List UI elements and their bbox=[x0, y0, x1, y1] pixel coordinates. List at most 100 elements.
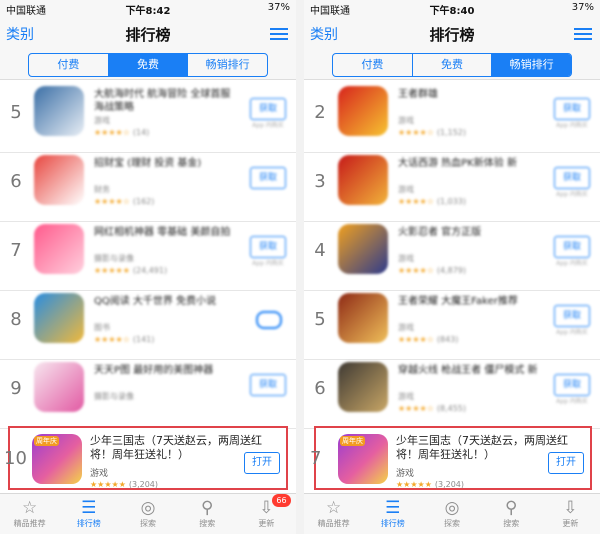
get-button[interactable]: 获取 bbox=[250, 167, 286, 189]
app-icon[interactable] bbox=[34, 86, 84, 136]
get-button[interactable]: 获取 bbox=[250, 98, 286, 120]
anniversary-tag: 周年庆 bbox=[34, 436, 59, 446]
app-icon[interactable] bbox=[34, 362, 84, 412]
list-menu-icon[interactable] bbox=[270, 28, 288, 40]
clock-label: 下午8:42 bbox=[125, 6, 171, 17]
app-icon[interactable] bbox=[34, 155, 84, 205]
highlighted-app-row[interactable]: 7 周年庆 少年三国志（7天送赵云，两周送红将！周年狂送礼！） 游戏 ★★★★★ (3,2… bbox=[310, 426, 592, 490]
get-button[interactable]: 获取 bbox=[554, 98, 590, 120]
app-name[interactable]: 天天P图 最好用的美图神器 bbox=[94, 364, 240, 390]
rating-count: (162) bbox=[132, 197, 155, 206]
tab-label: 更新 bbox=[258, 519, 275, 528]
app-icon[interactable] bbox=[34, 224, 84, 274]
rating-value: ★★★★☆ bbox=[94, 197, 130, 206]
segment-option[interactable]: 付费 bbox=[333, 54, 413, 76]
get-button[interactable]: 获取 bbox=[554, 305, 590, 327]
list-item[interactable]: 6 招财宝 (理财 投资 基金) 财务 ★★★★☆ (162) 获取 bbox=[0, 149, 296, 222]
app-name[interactable]: 大航海时代 航海冒险 全球首服海战策略 bbox=[94, 88, 240, 114]
list-item[interactable]: 2 王者群雄 游戏 ★★★★☆ (1,152) 获取 App 内购买 bbox=[304, 80, 600, 153]
app-category: 游戏 bbox=[396, 469, 415, 479]
list-menu-icon[interactable] bbox=[574, 28, 592, 40]
app-name[interactable]: 王者荣耀 大魔王Faker推荐 bbox=[398, 295, 544, 321]
app-icon[interactable]: 周年庆 bbox=[32, 434, 82, 484]
segmented-control: 付费 免费 畅销排行 bbox=[332, 53, 572, 77]
app-name[interactable]: QQ阅读 大千世界 免费小说 bbox=[94, 295, 240, 321]
list-item[interactable]: 8 QQ阅读 大千世界 免费小说 图书 ★★★★☆ (141) bbox=[0, 287, 296, 360]
anniversary-tag: 周年庆 bbox=[340, 436, 365, 446]
open-button[interactable]: 打开 bbox=[548, 452, 584, 474]
rating-value: ★★★★★ bbox=[90, 480, 126, 489]
segment-option[interactable]: 畅销排行 bbox=[188, 54, 267, 76]
app-name[interactable]: 少年三国志（7天送赵云，两周送红将！周年狂送礼！） bbox=[90, 434, 270, 462]
app-icon[interactable] bbox=[338, 155, 388, 205]
segment-control-bar: 付费 免费 畅销排行 bbox=[304, 51, 600, 80]
app-icon[interactable] bbox=[34, 293, 84, 343]
tab-star[interactable]: ☆ 精品推荐 bbox=[304, 494, 363, 534]
app-name[interactable]: 王者群雄 bbox=[398, 88, 544, 114]
cloud-download-icon[interactable] bbox=[256, 311, 282, 329]
tab-label: 探索 bbox=[140, 519, 156, 528]
app-category: 游戏 bbox=[398, 116, 414, 125]
compass-icon: ◎ bbox=[140, 498, 156, 518]
search-icon: ⚲ bbox=[200, 498, 214, 518]
app-name[interactable]: 火影忍者 官方正版 bbox=[398, 226, 544, 252]
in-app-purchase-label: App 内购买 bbox=[556, 398, 588, 405]
tab-update[interactable]: ⇩ 更新 66 bbox=[237, 494, 296, 534]
rating-stars: ★★★★☆ (4,879) bbox=[398, 266, 466, 275]
tab-label: 搜索 bbox=[199, 519, 216, 528]
app-name[interactable]: 招财宝 (理财 投资 基金) bbox=[94, 157, 240, 183]
tab-search[interactable]: ⚲ 搜索 bbox=[482, 494, 541, 534]
tab-compass[interactable]: ◎ 探索 bbox=[118, 494, 177, 534]
list-item[interactable]: 5 王者荣耀 大魔王Faker推荐 游戏 ★★★★☆ (843) 获取 App 内购买 bbox=[304, 287, 600, 360]
app-icon[interactable] bbox=[338, 224, 388, 274]
get-button[interactable]: 获取 bbox=[250, 374, 286, 396]
app-name[interactable]: 网红相机神器 零基础 美颜自拍 bbox=[94, 226, 240, 252]
segment-option[interactable]: 免费 bbox=[413, 54, 493, 76]
tab-compass[interactable]: ◎ 探索 bbox=[422, 494, 481, 534]
app-icon[interactable]: 周年庆 bbox=[338, 434, 388, 484]
app-icon[interactable] bbox=[338, 86, 388, 136]
list-item[interactable]: 5 大航海时代 航海冒险 全球首服海战策略 游戏 ★★★★☆ (14) 获取 App 内购买 bbox=[0, 80, 296, 153]
list-item[interactable]: 9 天天P图 最好用的美图神器 摄影与录像 获取 bbox=[0, 356, 296, 429]
get-button[interactable]: 获取 bbox=[554, 167, 590, 189]
app-icon[interactable] bbox=[338, 293, 388, 343]
list-item[interactable]: 6 穿越火线 枪战王者 僵尸模式 新游戏 ★★★★☆ (8,455) 获取 App 内购买 bbox=[304, 356, 600, 429]
navigation-bar: 类别 排行榜 bbox=[0, 17, 296, 51]
app-category: 游戏 bbox=[398, 254, 414, 263]
app-category: 游戏 bbox=[398, 392, 414, 401]
app-icon[interactable] bbox=[338, 362, 388, 412]
update-icon: ⇩ bbox=[563, 498, 578, 518]
list-item[interactable]: 7 网红相机神器 零基础 美颜自拍 摄影与录像 ★★★★★ (24,491) 获取 App … bbox=[0, 218, 296, 291]
tab-label: 探索 bbox=[444, 519, 460, 528]
segment-option[interactable]: 免费 bbox=[108, 54, 189, 76]
tab-search[interactable]: ⚲ 搜索 bbox=[178, 494, 237, 534]
rating-value: ★★★★☆ bbox=[94, 335, 130, 344]
tab-bar: ☆ 精品推荐 ☰ 排行榜 ◎ 探索 ⚲ 搜索 ⇩ 更新 bbox=[304, 493, 600, 534]
rating-value: ★★★★☆ bbox=[94, 128, 130, 137]
in-app-purchase-label: App 内购买 bbox=[556, 329, 588, 336]
tab-star[interactable]: ☆ 精品推荐 bbox=[0, 494, 59, 534]
list-item[interactable]: 3 大话西游 热血PK新体验 新游戏 ★★★★☆ (1,033) 获取 App 内购买 bbox=[304, 149, 600, 222]
tab-list[interactable]: ☰ 排行榜 bbox=[59, 494, 118, 534]
highlighted-app-row[interactable]: 10 周年庆 少年三国志（7天送赵云，两周送红将！周年狂送礼！） 游戏 ★★★★★ (3,… bbox=[4, 426, 288, 490]
menu-icon-bar bbox=[574, 28, 592, 30]
get-button[interactable]: 获取 bbox=[554, 236, 590, 258]
rating-count: (141) bbox=[132, 335, 155, 344]
tab-label: 排行榜 bbox=[76, 519, 101, 528]
rank-number: 6 bbox=[314, 378, 326, 399]
get-button[interactable]: 获取 bbox=[250, 236, 286, 258]
tab-list[interactable]: ☰ 排行榜 bbox=[363, 494, 422, 534]
app-category: 摄影与录像 bbox=[94, 254, 134, 263]
app-name[interactable]: 大话西游 热血PK新体验 新 bbox=[398, 157, 544, 183]
open-button[interactable]: 打开 bbox=[244, 452, 280, 474]
app-name[interactable]: 穿越火线 枪战王者 僵尸模式 新 bbox=[398, 364, 544, 390]
segment-option[interactable]: 付费 bbox=[29, 54, 109, 76]
rank-number: 2 bbox=[314, 102, 326, 123]
tab-update[interactable]: ⇩ 更新 bbox=[541, 494, 600, 534]
list-item[interactable]: 4 火影忍者 官方正版 游戏 ★★★★☆ (4,879) 获取 App 内购买 bbox=[304, 218, 600, 291]
segment-option[interactable]: 畅销排行 bbox=[492, 54, 571, 76]
right-screenshot-panel: 中国联通 下午8:40 37% 类别 排行榜 付费 免费 畅销排行 2 王者群雄 游戏 ★★★★☆ (1… bbox=[304, 0, 600, 534]
app-category: 财务 bbox=[94, 185, 110, 194]
get-button[interactable]: 获取 bbox=[554, 374, 590, 396]
rating-stars: ★★★★☆ (1,033) bbox=[398, 197, 466, 206]
